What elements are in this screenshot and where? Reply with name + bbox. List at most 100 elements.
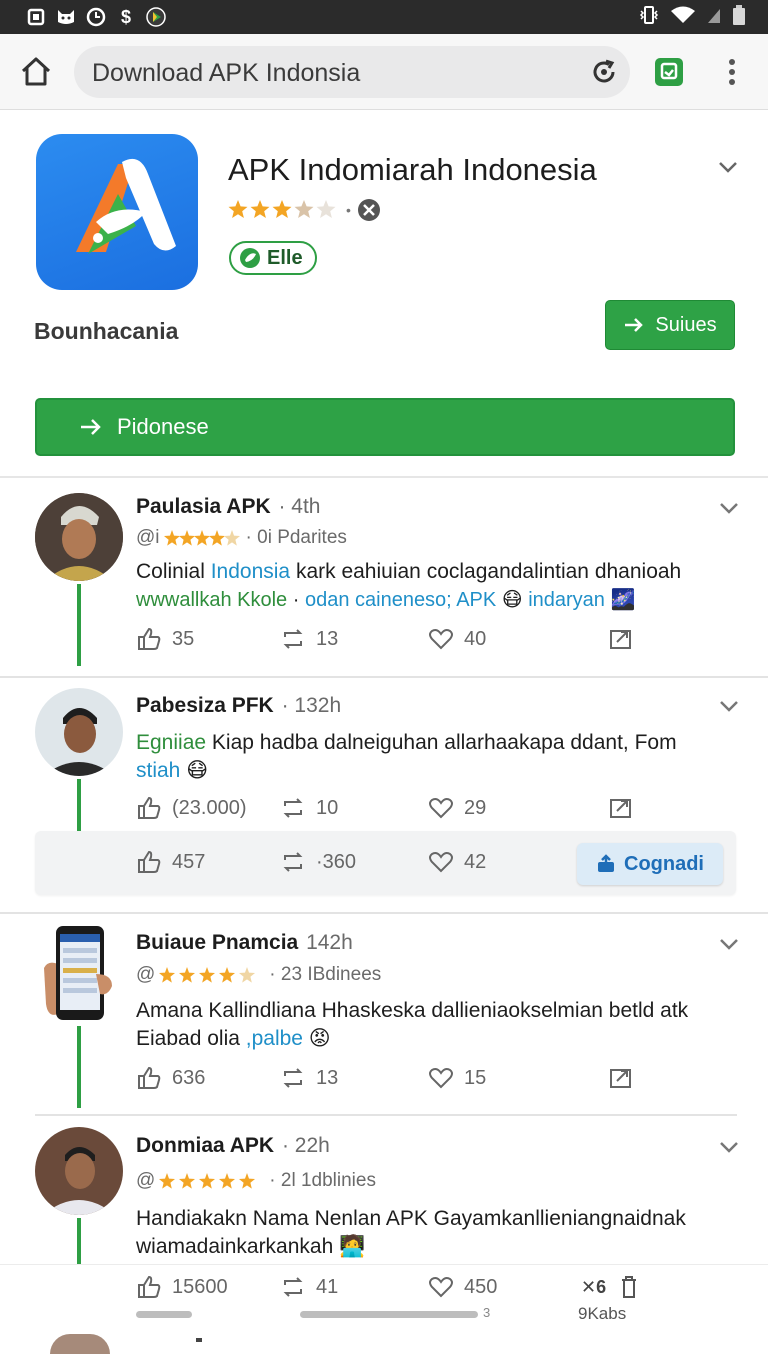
thread-line [77,779,81,831]
extension-button[interactable] [655,58,683,86]
heart-button[interactable]: 450 [428,1274,497,1300]
heart-count: 15 [464,1066,487,1089]
scroll-indicator[interactable] [136,1311,192,1318]
heart-icon [429,852,453,873]
url-text[interactable]: Download APK Indonsia [92,59,360,88]
post-menu-button[interactable] [718,1139,740,1155]
share-button[interactable] [608,1065,634,1091]
overflow-menu-button[interactable] [722,56,742,88]
post-link[interactable]: Indonsia [211,560,290,583]
avatar[interactable] [35,493,123,581]
address-bar[interactable]: Download APK Indonsia [74,46,630,98]
close-tabs-button[interactable]: ✕6 [581,1274,642,1300]
repost-count: 13 [316,627,339,650]
heart-count: 40 [464,627,487,650]
heart-button[interactable]: 29 [428,795,486,821]
post-text-segment: Eiabad olia [136,1027,246,1050]
dollar-icon: $ [120,6,131,27]
tabs-label[interactable]: 9Kabs [578,1304,626,1324]
post-menu-button[interactable] [718,698,740,714]
arrow-right-icon [81,419,101,435]
signal-icon [706,5,722,30]
post-author[interactable]: Donmiaa APK · 22h [136,1134,330,1158]
emoji-technologist: 🧑‍💻 [333,1235,366,1258]
repost-button[interactable]: 13 [280,1065,338,1091]
developer-name[interactable]: Bounhacania [34,318,178,345]
chevron-down-icon [720,939,738,950]
repost-count: 41 [316,1275,339,1298]
cognadi-button[interactable]: Cognadi [577,843,723,885]
header-expand-button[interactable] [716,158,740,176]
post-text-segment: Handiakakn Nama Nenlan APK Gayamkanllien… [136,1207,686,1230]
star-rating-icon [228,200,336,218]
post-link[interactable]: odan caineneso; APK [305,589,496,611]
rating-text: · 23 IBdinees [269,964,382,985]
author-name: Pabesiza PFK [136,694,274,717]
heart-button[interactable]: 42 [428,849,486,875]
like-button[interactable]: 636 [136,1065,205,1091]
primary-action-button[interactable]: Pidonese [35,398,735,456]
emoji-galaxy: 🌌 [604,589,636,611]
post-line: stiah 😷 [136,757,736,785]
more-vert-icon [729,59,735,85]
post-link[interactable]: stiah [136,759,180,782]
post-link[interactable]: ,palbe [246,1027,303,1050]
avatar[interactable] [50,1334,110,1354]
avatar[interactable] [44,924,116,1022]
secondary-action-button[interactable]: Suiues [605,300,735,350]
rating-prefix: @ [136,964,156,985]
like-button[interactable]: 15600 [136,1274,228,1300]
thumbs-up-icon [138,796,161,819]
post-hashtag[interactable]: wwwallkah Kkole [136,589,287,611]
share-button[interactable] [608,626,634,652]
repost-button[interactable]: 13 [280,626,338,652]
post-divider [0,676,768,678]
post-link[interactable]: indaryan [528,589,605,611]
repost-icon [283,629,303,649]
repost-button[interactable]: ·360 [280,849,356,875]
post-divider [0,912,768,914]
app-badge[interactable]: Elle [229,241,317,275]
like-button[interactable]: (23.000) [136,795,247,821]
repost-icon [283,1068,303,1088]
repost-button[interactable]: 10 [280,795,338,821]
repost-button[interactable]: 41 [280,1274,338,1300]
author-name: Donmiaa APK [136,1134,275,1157]
post-author[interactable]: Pabesiza PFK · 132h [136,694,341,718]
like-button[interactable]: 35 [136,626,194,652]
post-text-segment: wiamadainkarkankah [136,1235,334,1258]
reload-button[interactable] [588,56,620,88]
repost-count: ·360 [316,850,357,873]
post-author[interactable]: Buiaue Pnamcia 142h [136,931,353,955]
post-actions: (23.000) 10 29 [136,793,636,823]
avatar[interactable] [35,1127,123,1215]
heart-button[interactable]: 40 [428,626,486,652]
post-menu-button[interactable] [718,936,740,952]
post-divider [35,1114,737,1116]
post-line: wiamadainkarkankah 🧑‍💻 [136,1233,736,1261]
scroll-page: 3 [483,1305,491,1320]
share-button[interactable] [608,795,634,821]
post-line: Amana Kallindliana Hhaskeska dallieniaok… [136,997,736,1025]
app-header: APK Indomiarah Indonesia • Elle Bounhaca… [0,110,768,478]
chevron-down-icon [720,1142,738,1153]
post-text-segment: kark eahiuian coclagandalintian dhanioah [290,560,682,583]
heart-button[interactable]: 15 [428,1065,486,1091]
like-button[interactable]: 457 [136,849,205,875]
scroll-indicator[interactable] [300,1311,478,1318]
post-hashtag[interactable]: Egniiae [136,731,206,754]
clock-icon [86,7,106,27]
avatar[interactable] [35,688,123,776]
browser-toolbar: Download APK Indonsia [0,34,768,110]
post-line: Egniiae Kiap hadba dalneiguhan allarhaak… [136,729,736,757]
thread-line [77,584,81,666]
post-line: Colinial Indonsia kark eahiuian coclagan… [136,558,736,586]
status-bar: $ [0,0,768,34]
thumbs-up-icon [138,627,161,650]
post-author[interactable]: Paulasia APK · 4th [136,495,321,519]
app-title: APK Indomiarah Indonesia [228,152,597,187]
rating-separator: • [346,202,351,218]
home-button[interactable] [18,54,54,90]
post-menu-button[interactable] [718,500,740,516]
extension-icon [660,62,678,80]
